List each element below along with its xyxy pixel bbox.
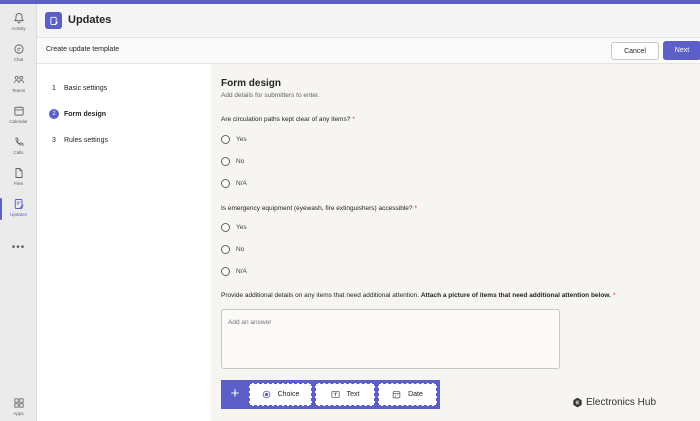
add-question-toolbar: + Choice Text Date: [221, 380, 440, 409]
q2-option-no[interactable]: No: [221, 245, 244, 254]
question-text: Is emergency equipment (eyewash, fire ex…: [221, 205, 413, 212]
required-marker: *: [612, 292, 616, 299]
electronics-hub-logo-icon: [573, 397, 582, 408]
radio-button[interactable]: [221, 267, 230, 276]
rail-item-files[interactable]: Files: [0, 167, 37, 195]
option-label: N/A: [236, 268, 247, 275]
question-text: Are circulation paths kept clear of any …: [221, 116, 351, 123]
q1-option-na[interactable]: N/A: [221, 179, 247, 188]
rail-label: Chat: [13, 57, 24, 62]
step-number: 1: [52, 84, 56, 92]
wizard-title: Create update template: [46, 46, 120, 53]
add-choice-button[interactable]: Choice: [249, 383, 312, 406]
watermark: Electronics Hub: [572, 397, 656, 408]
updates-icon: [49, 16, 58, 25]
add-text-button[interactable]: Text: [315, 383, 375, 406]
text-icon: [331, 391, 340, 398]
q2-option-yes[interactable]: Yes: [221, 223, 247, 232]
rail-label: Calendar: [9, 119, 28, 124]
form-design-panel: Form design Add details for submitters t…: [211, 64, 700, 421]
step-rules-settings[interactable]: 3 Rules settings: [49, 135, 108, 145]
question-2: Is emergency equipment (eyewash, fire ex…: [221, 205, 417, 212]
add-question-button[interactable]: +: [227, 384, 243, 404]
rail-label: Teams: [11, 88, 26, 93]
required-marker: *: [414, 205, 418, 212]
wizard-header: Create update template Cancel Next: [37, 38, 700, 64]
step-basic-settings[interactable]: 1 Basic settings: [49, 83, 107, 93]
required-marker: *: [352, 116, 355, 123]
app-rail: Activity Chat Teams Calendar Calls Files…: [0, 4, 37, 421]
rail-label: Calls: [13, 150, 24, 155]
rail-item-apps[interactable]: Apps: [0, 397, 37, 421]
q2-option-na[interactable]: N/A: [221, 267, 247, 276]
rail-label: Files: [13, 181, 24, 186]
more-apps-button[interactable]: •••: [0, 242, 37, 253]
answer-textarea[interactable]: Add an answer: [221, 309, 560, 369]
step-label: Basic settings: [64, 84, 108, 92]
question-text: Provide additional details on any items …: [221, 292, 420, 299]
question-1: Are circulation paths kept clear of any …: [221, 116, 355, 123]
radio-button[interactable]: [221, 135, 230, 144]
step-label: Form design: [64, 110, 107, 118]
file-icon: [15, 168, 22, 178]
option-label: Yes: [236, 136, 247, 143]
updates-app-icon: [45, 12, 62, 29]
q1-option-no[interactable]: No: [221, 157, 244, 166]
rail-item-updates[interactable]: Updates: [0, 198, 37, 226]
step-number: 2: [49, 109, 59, 119]
step-label: Rules settings: [64, 136, 108, 144]
rail-item-calls[interactable]: Calls: [0, 136, 37, 164]
answer-placeholder: Add an answer: [228, 319, 272, 326]
date-label: Date: [408, 391, 423, 398]
add-date-button[interactable]: Date: [378, 383, 437, 406]
rail-item-activity[interactable]: Activity: [0, 12, 37, 40]
text-label: Text: [346, 391, 360, 398]
radio-icon: [262, 390, 270, 399]
wizard-steps: 1 Basic settings 2 Form design 3 Rules s…: [37, 64, 211, 421]
form-title: Form design: [221, 78, 282, 89]
rail-label: Apps: [13, 411, 24, 416]
updates-icon: [14, 199, 24, 209]
radio-button[interactable]: [221, 157, 230, 166]
app-title: Updates: [68, 14, 112, 26]
step-number: 3: [52, 136, 56, 144]
rail-item-calendar[interactable]: Calendar: [0, 105, 37, 133]
app-header: Updates: [37, 4, 700, 38]
rail-item-chat[interactable]: Chat: [0, 43, 37, 71]
calendar-icon: [13, 106, 24, 116]
bell-icon: [13, 13, 24, 24]
option-label: Yes: [236, 224, 247, 231]
calendar-icon: [392, 391, 401, 399]
radio-button[interactable]: [221, 179, 230, 188]
step-form-design[interactable]: 2 Form design: [49, 109, 106, 119]
chat-icon: [13, 44, 24, 54]
option-label: No: [236, 158, 245, 165]
question-3: Provide additional details on any items …: [221, 292, 615, 299]
rail-label: Updates: [10, 212, 27, 217]
radio-button[interactable]: [221, 223, 230, 232]
option-label: No: [236, 246, 245, 253]
apps-icon: [13, 398, 24, 408]
form-subtitle: Add details for submitters to enter.: [221, 92, 320, 99]
next-button[interactable]: Next: [663, 41, 700, 60]
cancel-button[interactable]: Cancel: [611, 42, 659, 60]
watermark-text: Electronics Hub: [586, 397, 657, 408]
choice-label: Choice: [277, 391, 300, 398]
q1-option-yes[interactable]: Yes: [221, 135, 247, 144]
teams-icon: [13, 75, 24, 84]
option-label: N/A: [236, 180, 247, 187]
radio-button[interactable]: [221, 245, 230, 254]
rail-item-teams[interactable]: Teams: [0, 74, 37, 102]
question-bold-text: Attach a picture of items that need addi…: [420, 292, 611, 299]
rail-label: Activity: [11, 26, 26, 31]
phone-icon: [15, 137, 24, 146]
